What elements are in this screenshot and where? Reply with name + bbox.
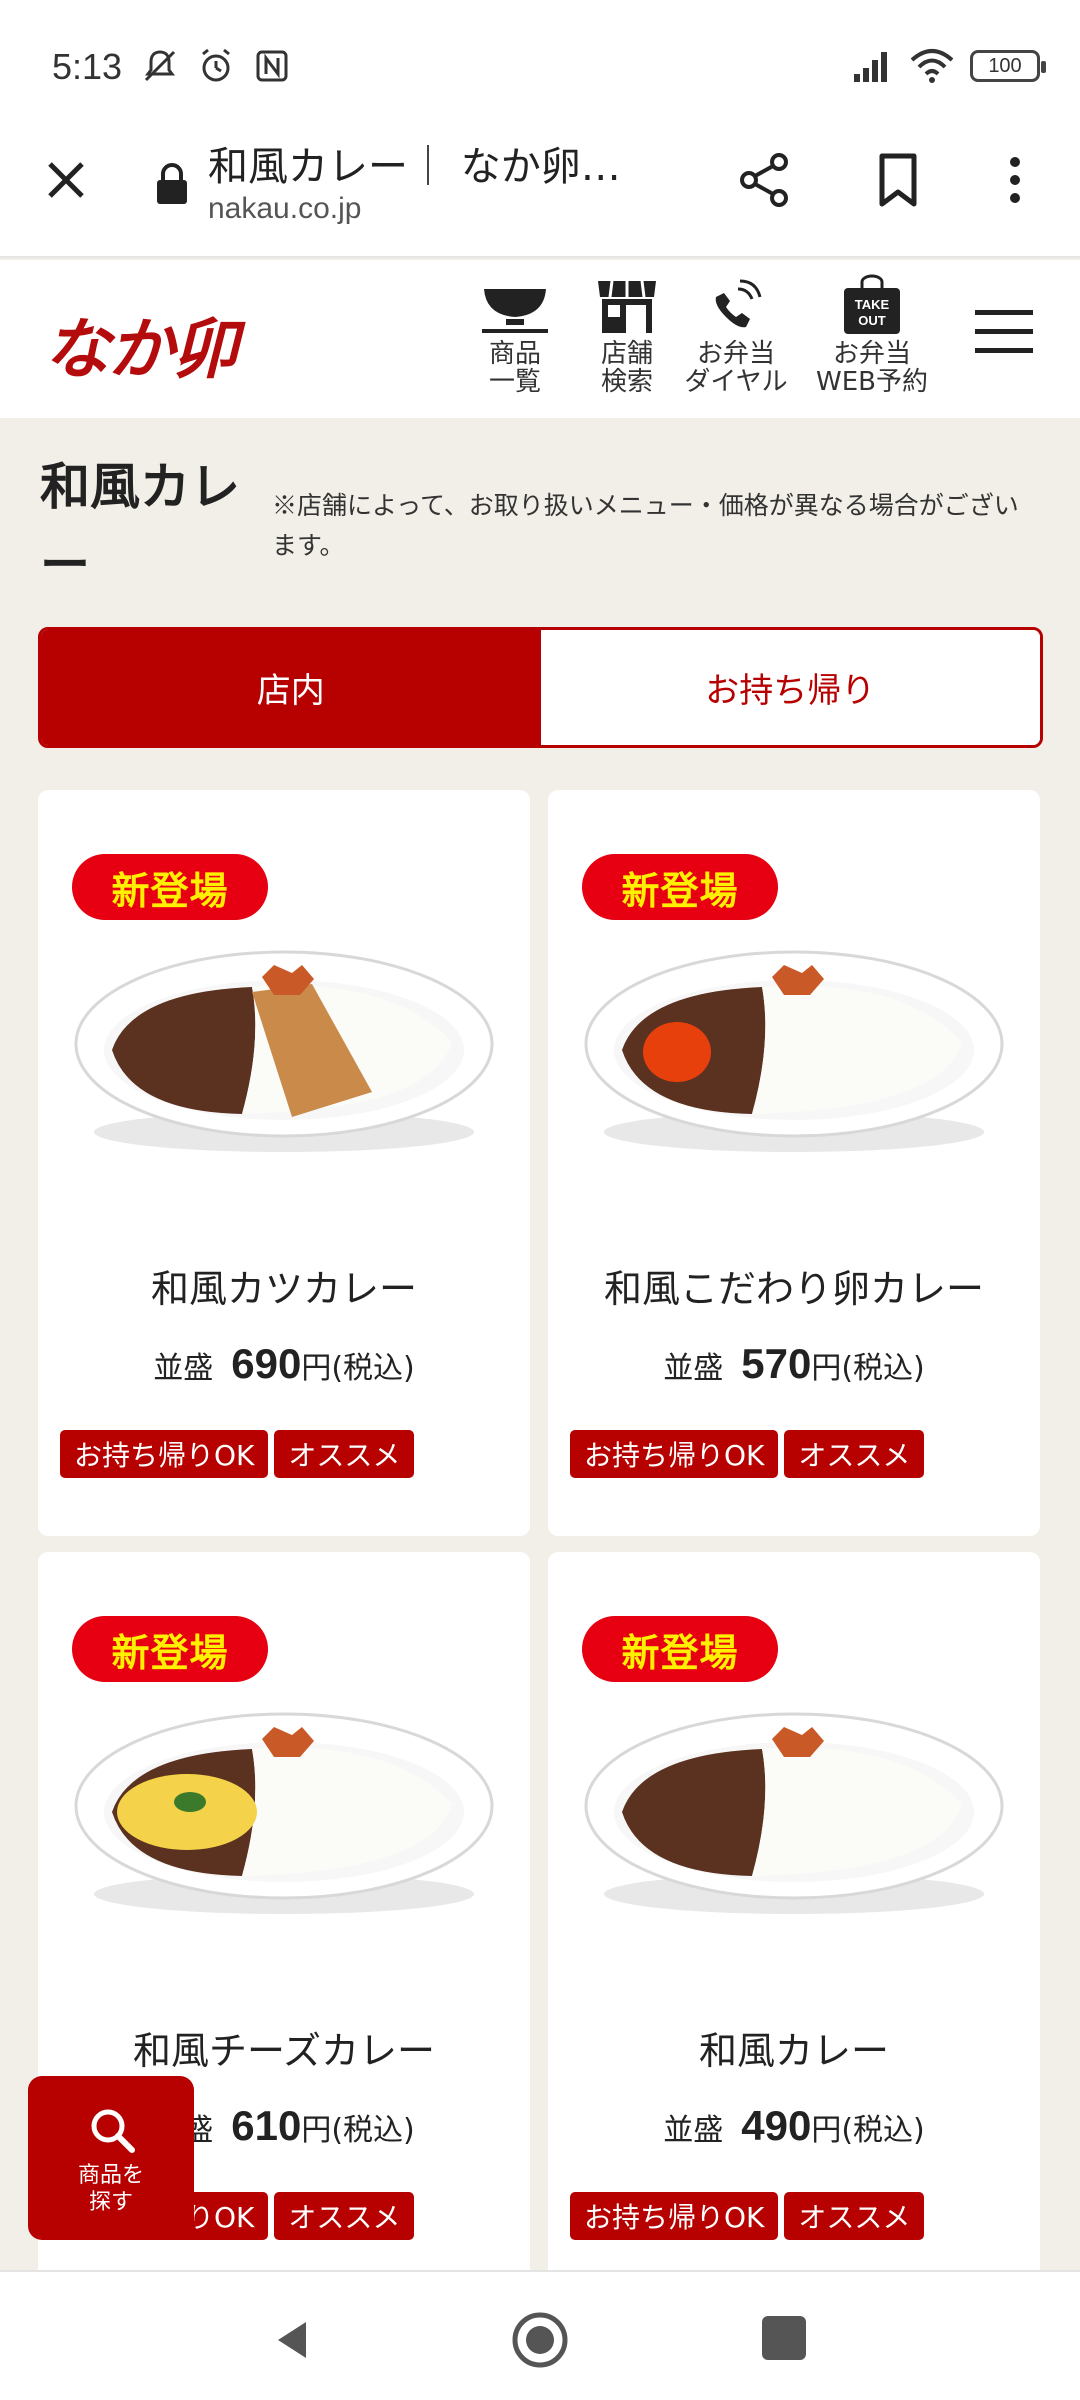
more-vertical-icon — [1010, 157, 1020, 203]
tag-recommended: オススメ — [784, 2192, 925, 2240]
curry-cheese-image — [74, 1712, 494, 1914]
nav-products[interactable]: 商品 一覧 — [455, 270, 575, 396]
product-search-label: 商品を 探す — [77, 2163, 144, 2215]
page-title-bar[interactable]: 和風カレー｜ なか卵… — [208, 134, 668, 192]
tag-list: お持ち帰りOK オススメ — [570, 2192, 925, 2240]
system-nav-bar — [0, 2270, 1080, 2400]
page-title: 和風カレー — [40, 457, 240, 594]
bowl-icon — [482, 289, 548, 333]
nav-products-label: 商品 一覧 — [488, 339, 541, 397]
close-icon — [48, 162, 84, 198]
share-icon — [740, 153, 788, 207]
bookmark-icon — [879, 153, 917, 207]
tag-recommended: オススメ — [274, 2192, 415, 2240]
mute-icon — [138, 44, 182, 88]
product-name: 和風こだわり卵カレー — [603, 1267, 984, 1311]
tag-recommended: オススメ — [784, 1430, 925, 1478]
alarm-icon — [194, 44, 238, 88]
tab-takeout[interactable]: お持ち帰り — [540, 630, 1040, 745]
curry-plain-image — [584, 1712, 1004, 1914]
status-bar: 5:13 100 — [0, 0, 1080, 130]
size-label: 並盛 — [663, 1351, 724, 1386]
site-logo[interactable]: なか卯 — [44, 296, 238, 392]
price-suffix: 円(税込) — [301, 1351, 415, 1386]
tag-takeout-ok: お持ち帰りOK — [60, 1430, 269, 1478]
nfc-icon — [250, 44, 294, 88]
lock-icon — [157, 163, 187, 204]
price-value: 490 — [741, 2102, 812, 2149]
tag-recommended: オススメ — [274, 1430, 415, 1478]
price-suffix: 円(税込) — [811, 2113, 925, 2148]
product-name: 和風カツカレー — [150, 1267, 417, 1311]
search-icon — [91, 2109, 135, 2153]
more-options-button[interactable] — [990, 150, 1040, 210]
wifi-icon — [910, 44, 954, 88]
product-name: 和風カレー — [698, 2029, 889, 2073]
product-search-fab[interactable]: 商品を 探す — [28, 2076, 194, 2240]
tab-eat-in[interactable]: 店内 — [41, 630, 541, 745]
price-suffix: 円(税込) — [301, 2113, 415, 2148]
browser-toolbar: 和風カレー｜ なか卵… nakau.co.jp — [0, 130, 1080, 258]
price-value: 690 — [231, 1340, 302, 1387]
size-label: 並盛 — [663, 2113, 724, 2148]
tag-list: お持ち帰りOK オススメ — [60, 1430, 415, 1478]
new-badge: 新登場 — [582, 854, 778, 920]
price-value: 610 — [231, 2102, 302, 2149]
takeout-bag-icon: TAKEOUT — [844, 274, 900, 334]
service-tabs: 店内 お持ち帰り — [38, 627, 1043, 748]
svg-text:TAKE: TAKE — [855, 297, 890, 312]
price-row: 並盛 570円(税込) — [548, 1340, 1040, 1388]
nav-bento-web-order-label: お弁当 WEB予約 — [816, 339, 928, 397]
bookmark-button[interactable] — [868, 150, 928, 210]
site-header: なか卯 商品 一覧 店舗 検索 お弁当 ダイヤル TAKE OUT お弁当 WEB… — [0, 260, 1080, 418]
price-notice: ※店舗によって、お取り扱いメニュー・価格が異なる場合がございます。 — [272, 491, 1019, 560]
menu-button[interactable] — [975, 310, 1033, 360]
nav-store-search[interactable]: 店舗 検索 — [567, 270, 687, 396]
product-name: 和風チーズカレー — [132, 2029, 436, 2073]
recent-apps-icon[interactable] — [762, 2316, 806, 2360]
hamburger-icon — [975, 310, 1033, 315]
tag-list: お持ち帰りOK オススメ — [570, 1430, 925, 1478]
size-label: 並盛 — [153, 1351, 214, 1386]
curry-katsu-image — [74, 950, 494, 1152]
price-row: 並盛 690円(税込) — [38, 1340, 530, 1388]
back-icon[interactable] — [268, 2316, 316, 2364]
product-card[interactable]: 新登場 和風カレー 並盛 490円(税込) お持ち帰りOK オススメ — [548, 1552, 1040, 2298]
new-badge: 新登場 — [72, 1616, 268, 1682]
new-badge: 新登場 — [72, 854, 268, 920]
hamburger-icon-bar — [975, 348, 1033, 353]
signal-icon — [850, 44, 894, 88]
close-tab-button[interactable] — [38, 152, 94, 208]
hamburger-icon-bar — [975, 329, 1033, 334]
price-suffix: 円(税込) — [811, 1351, 925, 1386]
product-card[interactable]: 新登場 和風カツカレー 並盛 690円(税込) お持ち帰りOK オススメ — [38, 790, 530, 1536]
status-time: 5:13 — [52, 46, 123, 87]
nav-store-search-label: 店舗 検索 — [600, 339, 653, 397]
tag-takeout-ok: お持ち帰りOK — [570, 2192, 779, 2240]
price-value: 570 — [741, 1340, 812, 1387]
share-button[interactable] — [735, 150, 795, 210]
status-icons-right: 100 — [850, 44, 1046, 88]
battery-indicator: 100 — [970, 50, 1046, 82]
svg-text:OUT: OUT — [858, 313, 886, 328]
phone-icon — [715, 279, 762, 328]
new-badge: 新登場 — [582, 1616, 778, 1682]
store-icon — [598, 280, 656, 333]
tag-takeout-ok: お持ち帰りOK — [570, 1430, 779, 1478]
nav-bento-dial-label: お弁当 ダイヤル — [684, 339, 788, 397]
price-row: 並盛 490円(税込) — [548, 2102, 1040, 2150]
status-icons-left — [138, 44, 294, 88]
home-icon[interactable] — [510, 2310, 570, 2370]
curry-egg-image — [584, 950, 1004, 1152]
nav-bento-dial[interactable]: お弁当 ダイヤル — [676, 270, 796, 396]
url-domain[interactable]: nakau.co.jp — [208, 192, 361, 226]
product-card[interactable]: 新登場 和風こだわり卵カレー 並盛 570円(税込) お持ち帰りOK オススメ — [548, 790, 1040, 1536]
nav-bento-web-order[interactable]: TAKE OUT お弁当 WEB予約 — [812, 270, 932, 396]
